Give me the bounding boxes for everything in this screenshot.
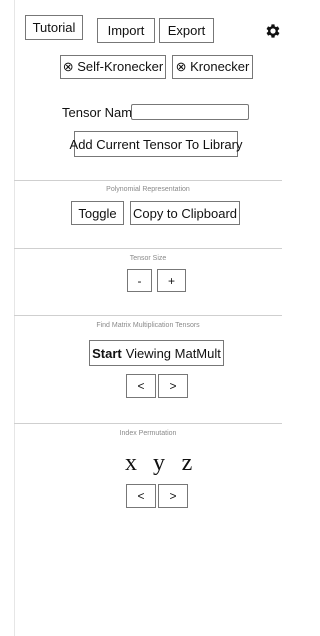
index-permutation-caption: Index Permutation bbox=[119, 430, 177, 437]
section-divider bbox=[14, 180, 282, 181]
tensor-size-increase-button[interactable]: + bbox=[157, 269, 186, 292]
index-letter-z: z bbox=[181, 450, 193, 476]
index-letter-y: y bbox=[153, 450, 165, 476]
permutation-next-button[interactable]: > bbox=[158, 484, 188, 508]
gear-icon[interactable] bbox=[264, 20, 282, 42]
polynomial-caption: Polynomial Representation bbox=[106, 186, 190, 193]
matmult-prev-button[interactable]: < bbox=[126, 374, 156, 398]
viewing-matmult-label: Viewing MatMult bbox=[125, 345, 221, 361]
index-letter-x: x bbox=[125, 450, 137, 476]
self-kronecker-button[interactable]: ⊗ Self-Kronecker bbox=[60, 55, 166, 79]
import-button[interactable]: Import bbox=[97, 18, 155, 43]
start-viewing-matmult-button[interactable]: Start Viewing MatMult bbox=[89, 340, 224, 366]
kronecker-button[interactable]: ⊗ Kronecker bbox=[172, 55, 253, 79]
start-label: Start bbox=[92, 345, 122, 361]
tensor-size-caption: Tensor Size bbox=[129, 255, 167, 262]
tensor-name-input[interactable] bbox=[131, 104, 249, 120]
section-divider bbox=[14, 423, 282, 424]
toggle-button[interactable]: Toggle bbox=[71, 201, 124, 225]
matmult-caption: Find Matrix Multiplication Tensors bbox=[96, 322, 200, 329]
add-to-library-button[interactable]: Add Current Tensor To Library bbox=[70, 131, 242, 157]
tutorial-button[interactable]: Tutorial bbox=[25, 15, 83, 40]
export-button[interactable]: Export bbox=[159, 18, 214, 43]
section-divider bbox=[14, 248, 282, 249]
control-panel bbox=[14, 0, 283, 636]
section-divider bbox=[14, 315, 282, 316]
matmult-next-button[interactable]: > bbox=[158, 374, 188, 398]
index-permutation-letters: x y z bbox=[120, 450, 198, 477]
tensor-size-decrease-button[interactable]: - bbox=[127, 269, 152, 292]
copy-to-clipboard-button[interactable]: Copy to Clipboard bbox=[130, 201, 240, 225]
permutation-prev-button[interactable]: < bbox=[126, 484, 156, 508]
